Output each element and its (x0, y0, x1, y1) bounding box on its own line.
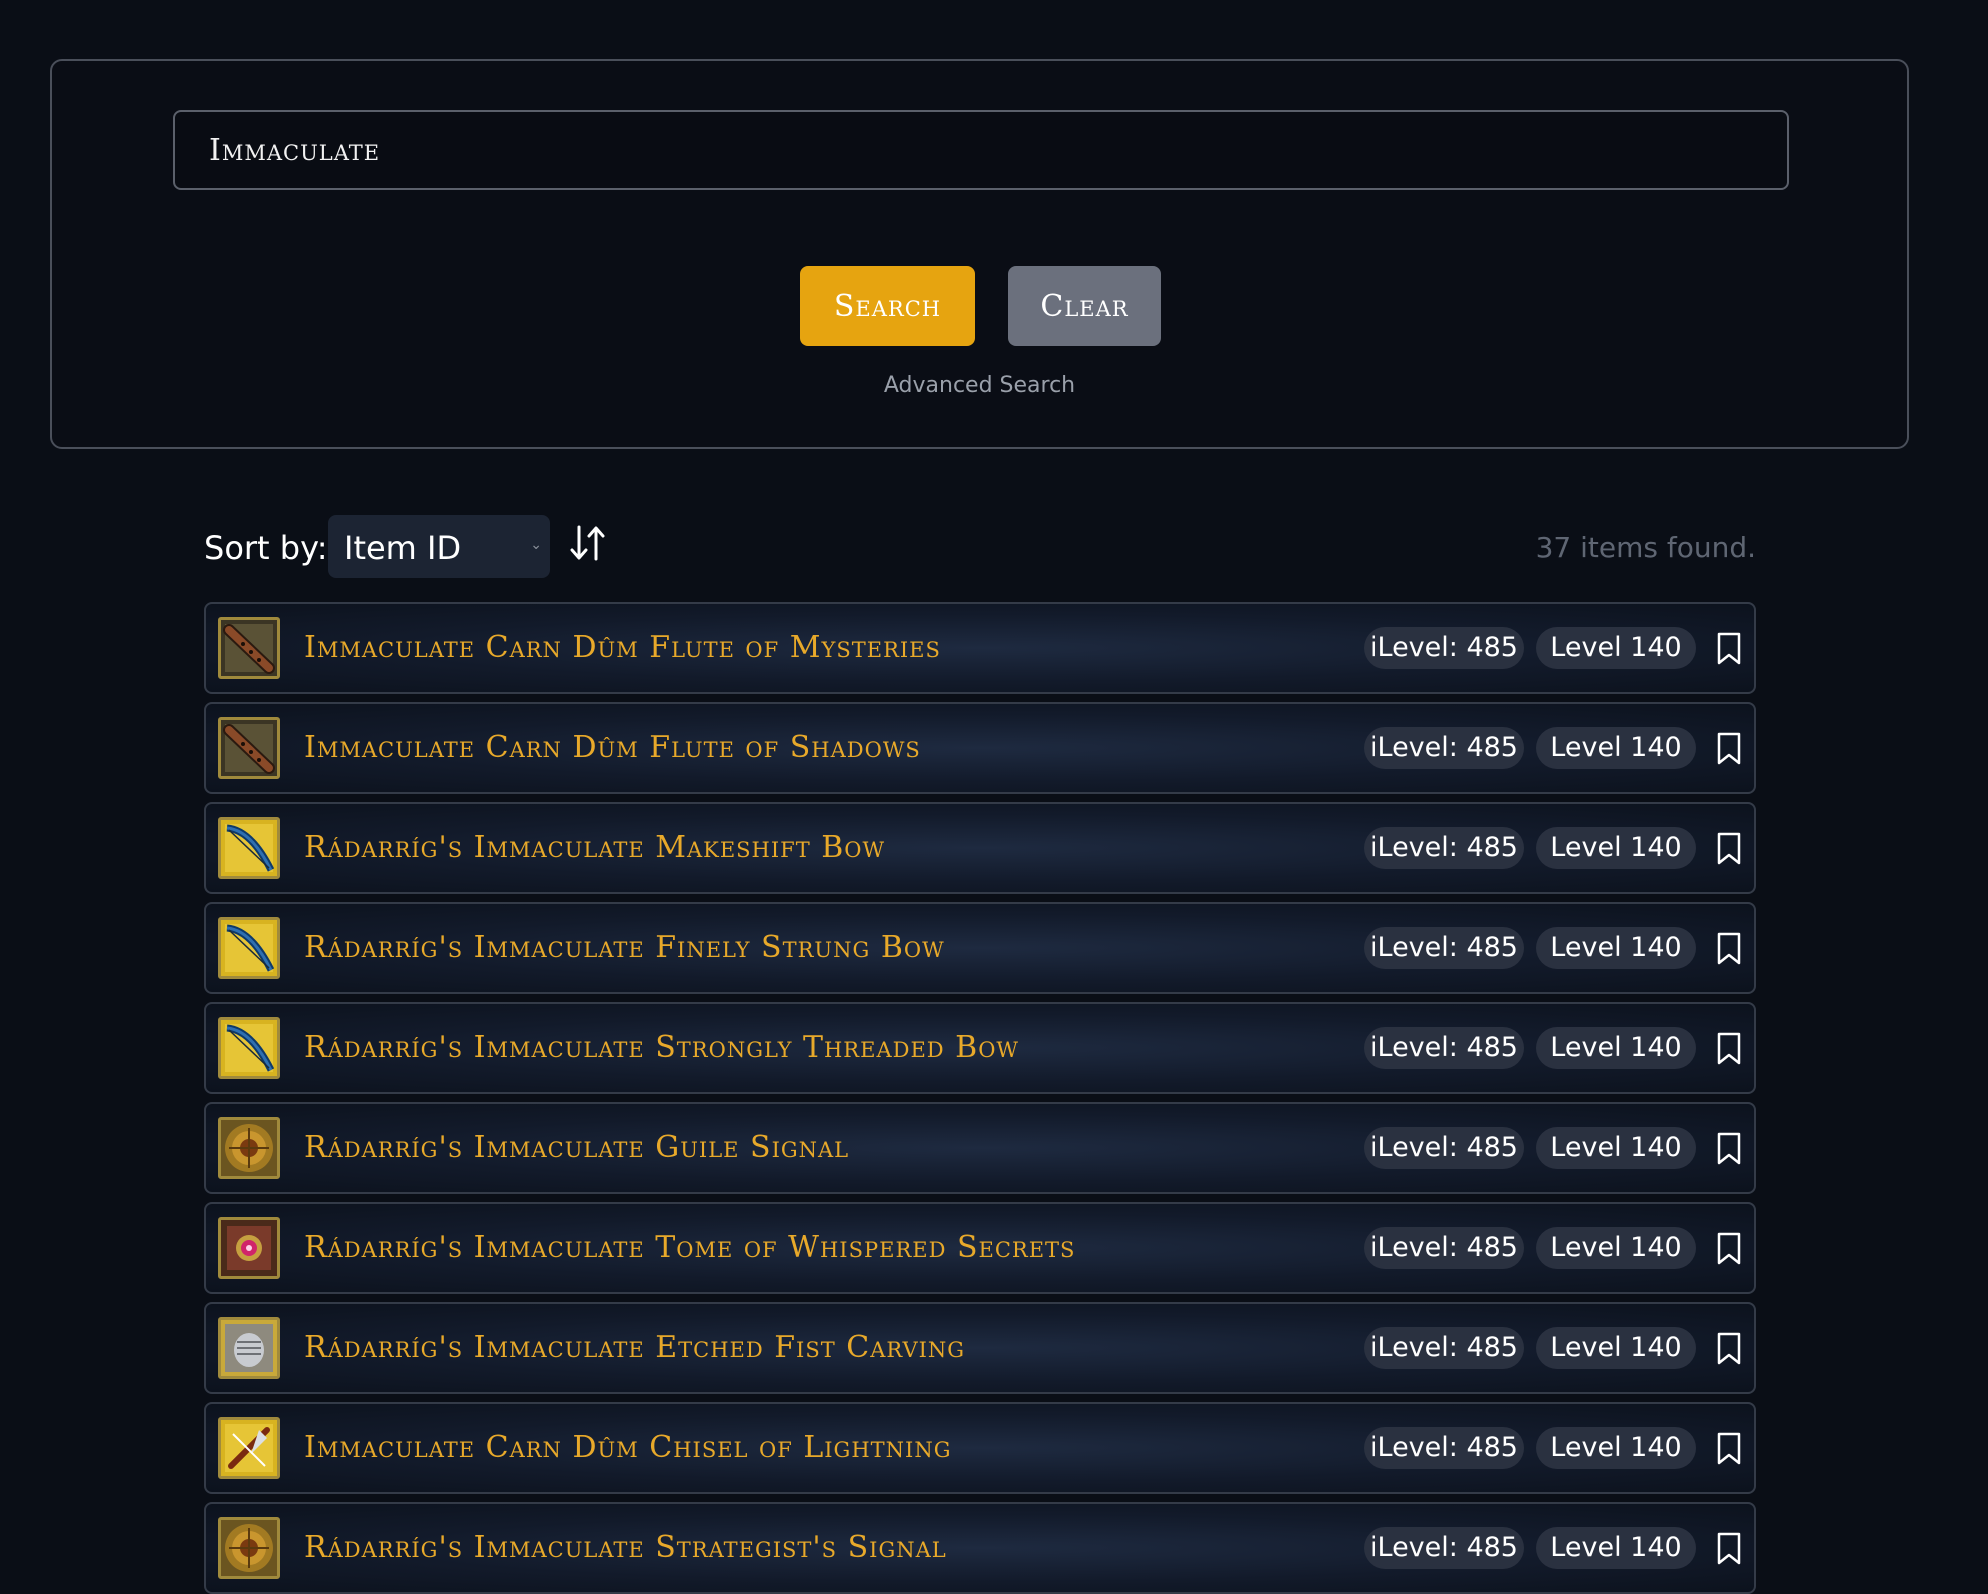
item-name[interactable]: Rádarríg's Immaculate Strategist's Signa… (304, 1530, 947, 1565)
sort-direction-icon[interactable] (566, 521, 610, 565)
signal-icon (218, 1117, 280, 1179)
sort-select[interactable]: Item ID ⌄ (328, 515, 550, 578)
level-badge: Level 140 (1536, 1127, 1696, 1169)
chevron-down-icon: ⌄ (530, 537, 542, 553)
signal-icon (218, 1517, 280, 1579)
bow-icon (218, 817, 280, 879)
flute-icon (218, 617, 280, 679)
sort-label: Sort by: (204, 529, 328, 567)
ilevel-badge: iLevel: 485 (1364, 827, 1524, 869)
bow-icon (218, 1017, 280, 1079)
result-row[interactable]: Immaculate Carn Dûm Flute of Mysteries i… (204, 602, 1756, 694)
result-row[interactable]: Rádarríg's Immaculate Etched Fist Carvin… (204, 1302, 1756, 1394)
bookmark-icon[interactable] (1716, 732, 1742, 766)
bookmark-icon[interactable] (1716, 832, 1742, 866)
level-badge: Level 140 (1536, 627, 1696, 669)
level-badge: Level 140 (1536, 1527, 1696, 1569)
results-count: 37 items found. (1535, 531, 1756, 564)
level-badge: Level 140 (1536, 1027, 1696, 1069)
item-name[interactable]: Immaculate Carn Dûm Flute of Shadows (304, 730, 921, 765)
item-name[interactable]: Rádarríg's Immaculate Makeshift Bow (304, 830, 885, 865)
ilevel-badge: iLevel: 485 (1364, 1527, 1524, 1569)
result-row[interactable]: Rádarríg's Immaculate Makeshift Bow iLev… (204, 802, 1756, 894)
level-badge: Level 140 (1536, 1427, 1696, 1469)
bow-icon (218, 917, 280, 979)
ilevel-badge: iLevel: 485 (1364, 1427, 1524, 1469)
bookmark-icon[interactable] (1716, 1332, 1742, 1366)
result-row[interactable]: Immaculate Carn Dûm Chisel of Lightning … (204, 1402, 1756, 1494)
bookmark-icon[interactable] (1716, 1032, 1742, 1066)
item-name[interactable]: Immaculate Carn Dûm Chisel of Lightning (304, 1430, 951, 1465)
result-row[interactable]: Immaculate Carn Dûm Flute of Shadows iLe… (204, 702, 1756, 794)
ilevel-badge: iLevel: 485 (1364, 1027, 1524, 1069)
ilevel-badge: iLevel: 485 (1364, 927, 1524, 969)
item-name[interactable]: Rádarríg's Immaculate Finely Strung Bow (304, 930, 945, 965)
advanced-search-link[interactable]: Advanced Search (52, 373, 1907, 398)
search-input[interactable] (173, 110, 1789, 190)
level-badge: Level 140 (1536, 827, 1696, 869)
level-badge: Level 140 (1536, 727, 1696, 769)
ilevel-badge: iLevel: 485 (1364, 1327, 1524, 1369)
ilevel-badge: iLevel: 485 (1364, 1227, 1524, 1269)
ilevel-badge: iLevel: 485 (1364, 1127, 1524, 1169)
bookmark-icon[interactable] (1716, 1132, 1742, 1166)
item-name[interactable]: Rádarríg's Immaculate Etched Fist Carvin… (304, 1330, 965, 1365)
search-button[interactable]: Search (800, 266, 975, 346)
fist-icon (218, 1317, 280, 1379)
chisel-icon (218, 1417, 280, 1479)
sort-selected-value: Item ID (344, 529, 462, 567)
bookmark-icon[interactable] (1716, 632, 1742, 666)
result-row[interactable]: Rádarríg's Immaculate Guile Signal iLeve… (204, 1102, 1756, 1194)
level-badge: Level 140 (1536, 927, 1696, 969)
item-name[interactable]: Immaculate Carn Dûm Flute of Mysteries (304, 630, 941, 665)
result-row[interactable]: Rádarríg's Immaculate Strategist's Signa… (204, 1502, 1756, 1594)
item-name[interactable]: Rádarríg's Immaculate Strongly Threaded … (304, 1030, 1019, 1065)
bookmark-icon[interactable] (1716, 1232, 1742, 1266)
clear-button[interactable]: Clear (1008, 266, 1161, 346)
item-name[interactable]: Rádarríg's Immaculate Tome of Whispered … (304, 1230, 1075, 1265)
bookmark-icon[interactable] (1716, 932, 1742, 966)
flute-icon (218, 717, 280, 779)
level-badge: Level 140 (1536, 1327, 1696, 1369)
result-row[interactable]: Rádarríg's Immaculate Strongly Threaded … (204, 1002, 1756, 1094)
search-panel: Search Clear Advanced Search (50, 59, 1909, 449)
bookmark-icon[interactable] (1716, 1532, 1742, 1566)
ilevel-badge: iLevel: 485 (1364, 727, 1524, 769)
result-row[interactable]: Rádarríg's Immaculate Tome of Whispered … (204, 1202, 1756, 1294)
level-badge: Level 140 (1536, 1227, 1696, 1269)
ilevel-badge: iLevel: 485 (1364, 627, 1524, 669)
tome-icon (218, 1217, 280, 1279)
item-name[interactable]: Rádarríg's Immaculate Guile Signal (304, 1130, 849, 1165)
result-row[interactable]: Rádarríg's Immaculate Finely Strung Bow … (204, 902, 1756, 994)
advanced-search-label[interactable]: Advanced Search (884, 373, 1075, 398)
bookmark-icon[interactable] (1716, 1432, 1742, 1466)
sort-bar: Sort by: Item ID ⌄ 37 items found. (204, 515, 1756, 578)
